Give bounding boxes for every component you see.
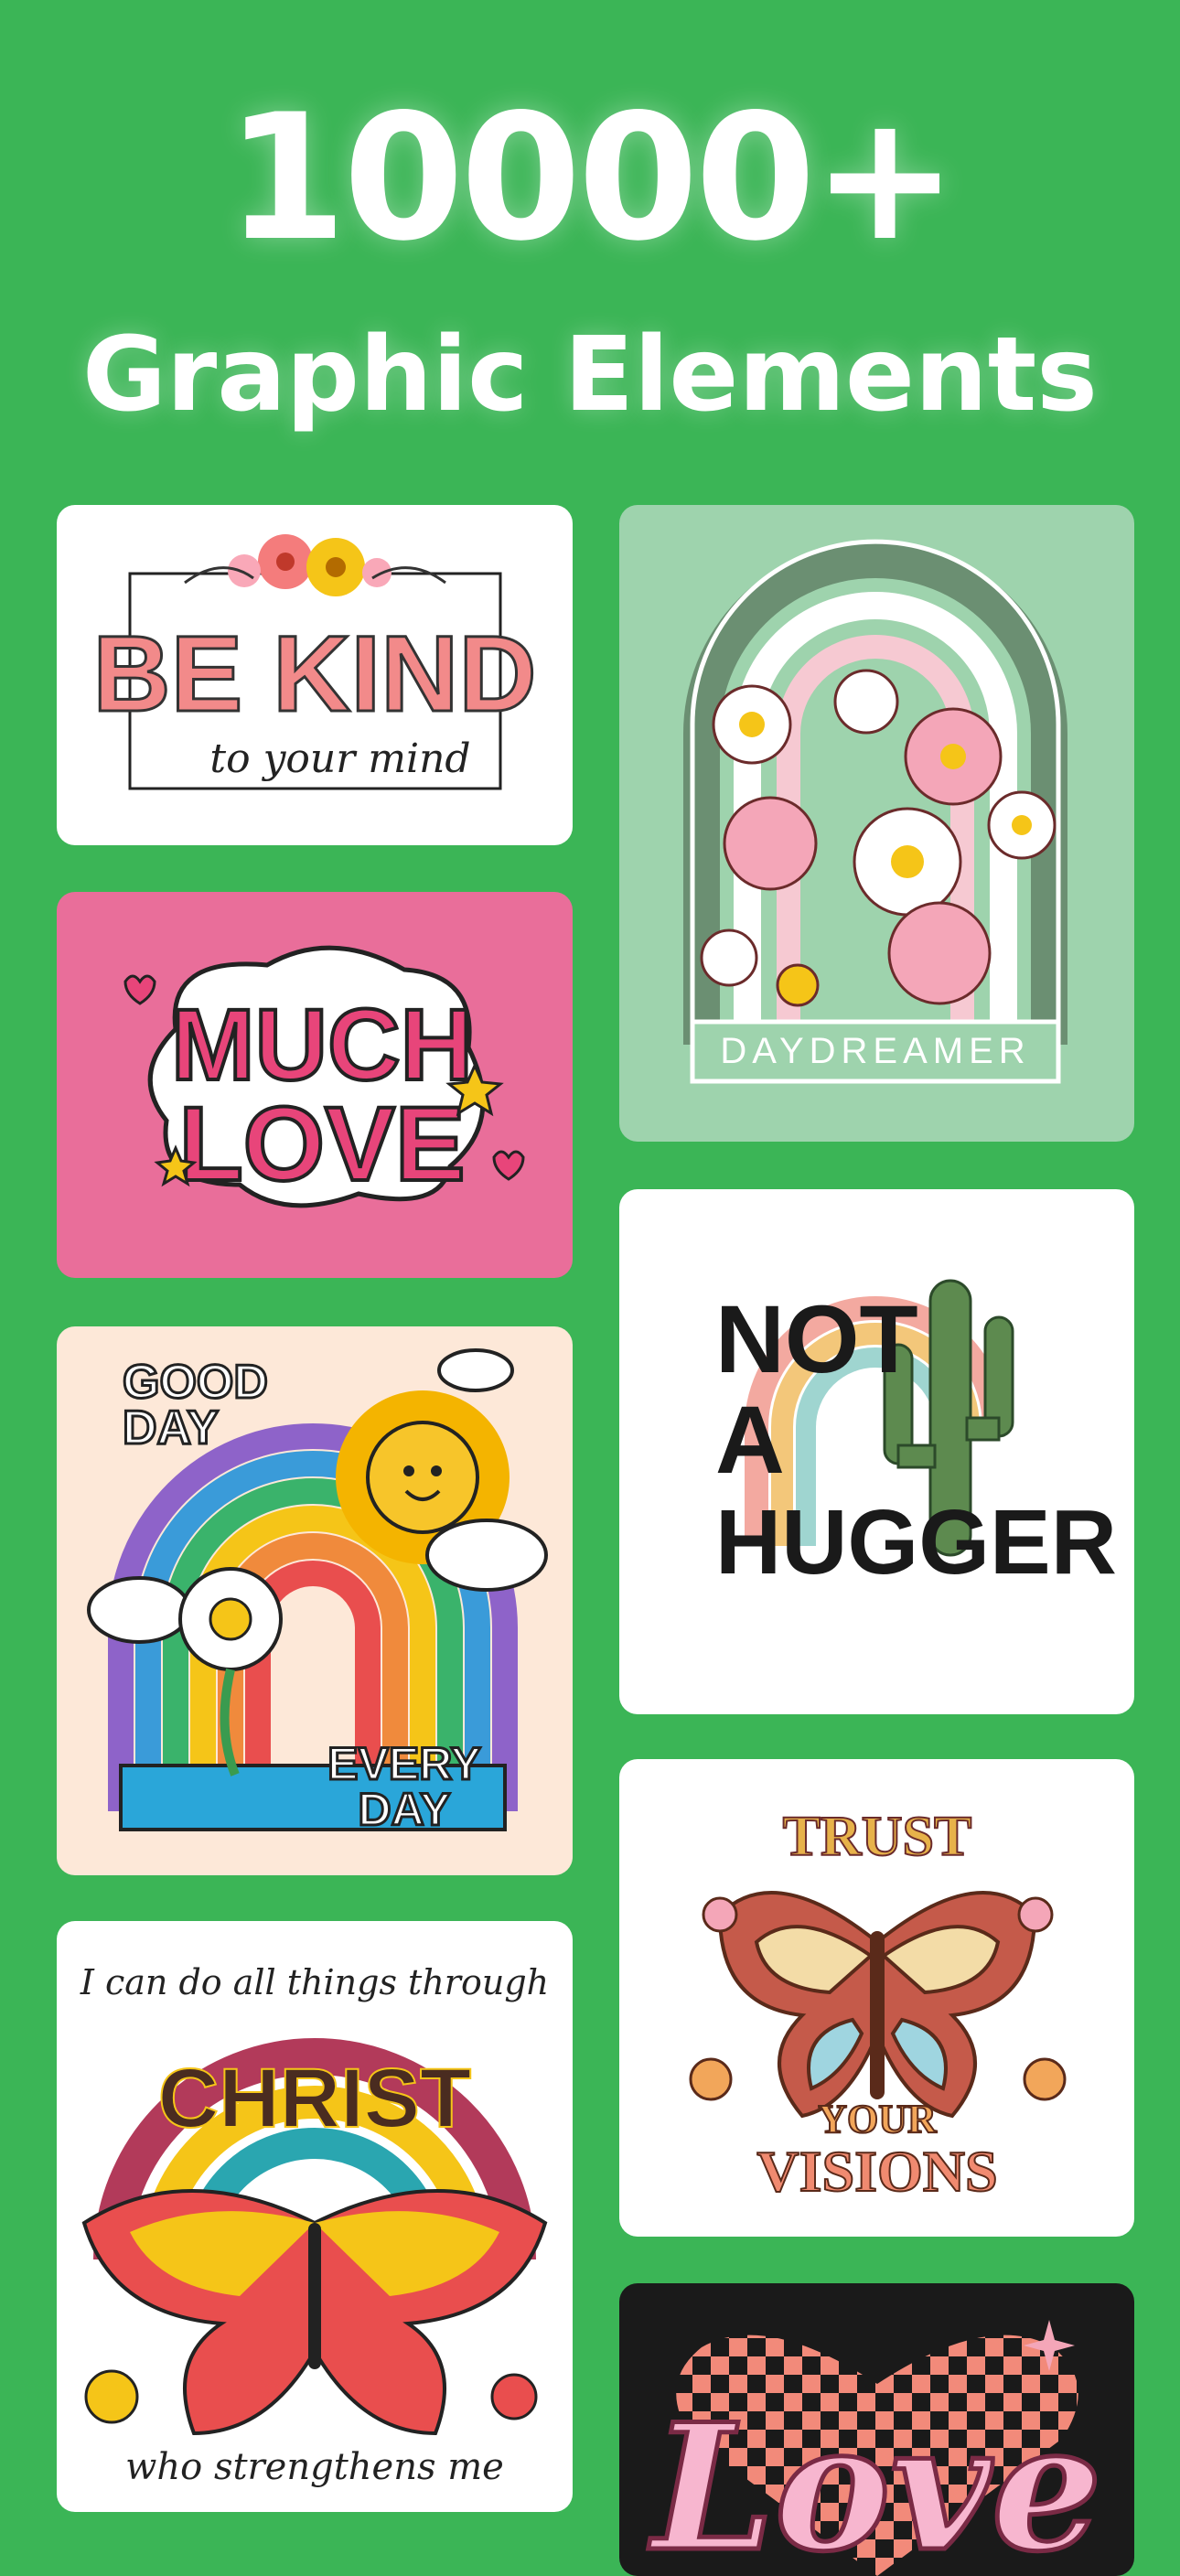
christ-artwork: I can do all things through CHRIST who s…	[80, 1962, 549, 2488]
butterfly-icon	[717, 1891, 1037, 2119]
trust-your-visions-artwork: TRUST YOUR VISIONS	[689, 1805, 1067, 2205]
graphic-card-love[interactable]: Love	[619, 2283, 1134, 2576]
good-day-artwork: GOOD DAY EVERY DAY	[87, 1348, 548, 1837]
flower-icon	[490, 2373, 538, 2420]
cloud-icon	[87, 1576, 191, 1644]
cloud-icon	[437, 1348, 514, 1392]
cloud-icon	[425, 1519, 548, 1592]
graphic-card-trust-your-visions[interactable]: TRUST YOUR VISIONS	[619, 1759, 1134, 2237]
flower-icon	[84, 2369, 139, 2424]
daydreamer-artwork: DAYDREAMER	[683, 539, 1067, 1084]
hero-subtitle: Graphic Elements	[82, 316, 1098, 435]
be-kind-artwork: BE KIND to your mind	[91, 534, 538, 790]
christ-title: CHRIST	[158, 2052, 471, 2145]
a-text: A	[715, 1387, 785, 1494]
graphic-card-much-love[interactable]: MUCH LOVE	[57, 892, 573, 1278]
graphic-card-daydreamer[interactable]: DAYDREAMER	[619, 505, 1134, 1142]
flower-icon	[702, 1896, 738, 1933]
be-kind-title: BE KIND	[92, 614, 536, 735]
much-title: MUCH	[171, 989, 473, 1101]
trust-text: TRUST	[783, 1806, 972, 1868]
flower-icon	[689, 2057, 733, 2101]
be-kind-subtitle: to your mind	[209, 735, 470, 782]
hero-count: 10000+	[225, 77, 958, 279]
daydreamer-title: DAYDREAMER	[720, 1031, 1030, 1071]
flower-icon	[1017, 1896, 1054, 1933]
graphic-card-good-day[interactable]: GOOD DAY EVERY DAY	[57, 1326, 573, 1875]
flower-wreath-icon	[184, 534, 446, 596]
graphic-card-be-kind[interactable]: BE KIND to your mind	[57, 505, 573, 845]
day-title: DAY	[123, 1401, 219, 1454]
not-a-hugger-artwork: NOT A HUGGER	[715, 1279, 1117, 1594]
graphic-card-not-a-hugger[interactable]: NOT A HUGGER	[619, 1189, 1134, 1714]
love-title: LOVE	[178, 1086, 465, 1203]
graphic-card-christ[interactable]: I can do all things through CHRIST who s…	[57, 1921, 573, 2512]
not-text: NOT	[715, 1286, 918, 1393]
christ-bottom-script: who strengthens me	[125, 2446, 504, 2488]
hugger-text: HUGGER	[715, 1491, 1117, 1594]
your-text: YOUR	[818, 2097, 938, 2141]
flower-icon	[1023, 2057, 1067, 2101]
heart-icon	[123, 974, 156, 1005]
visions-text: VISIONS	[756, 2139, 997, 2204]
much-love-artwork: MUCH LOVE	[123, 945, 525, 1208]
love-script: Love	[648, 2386, 1102, 2576]
love-artwork: Love	[646, 2320, 1104, 2576]
christ-top-script: I can do all things through	[80, 1962, 549, 2002]
butterfly-icon	[81, 2189, 548, 2436]
heart-icon	[492, 1150, 525, 1181]
every-text: EVERY	[327, 1738, 481, 1789]
every-day-text: DAY	[359, 1784, 451, 1835]
